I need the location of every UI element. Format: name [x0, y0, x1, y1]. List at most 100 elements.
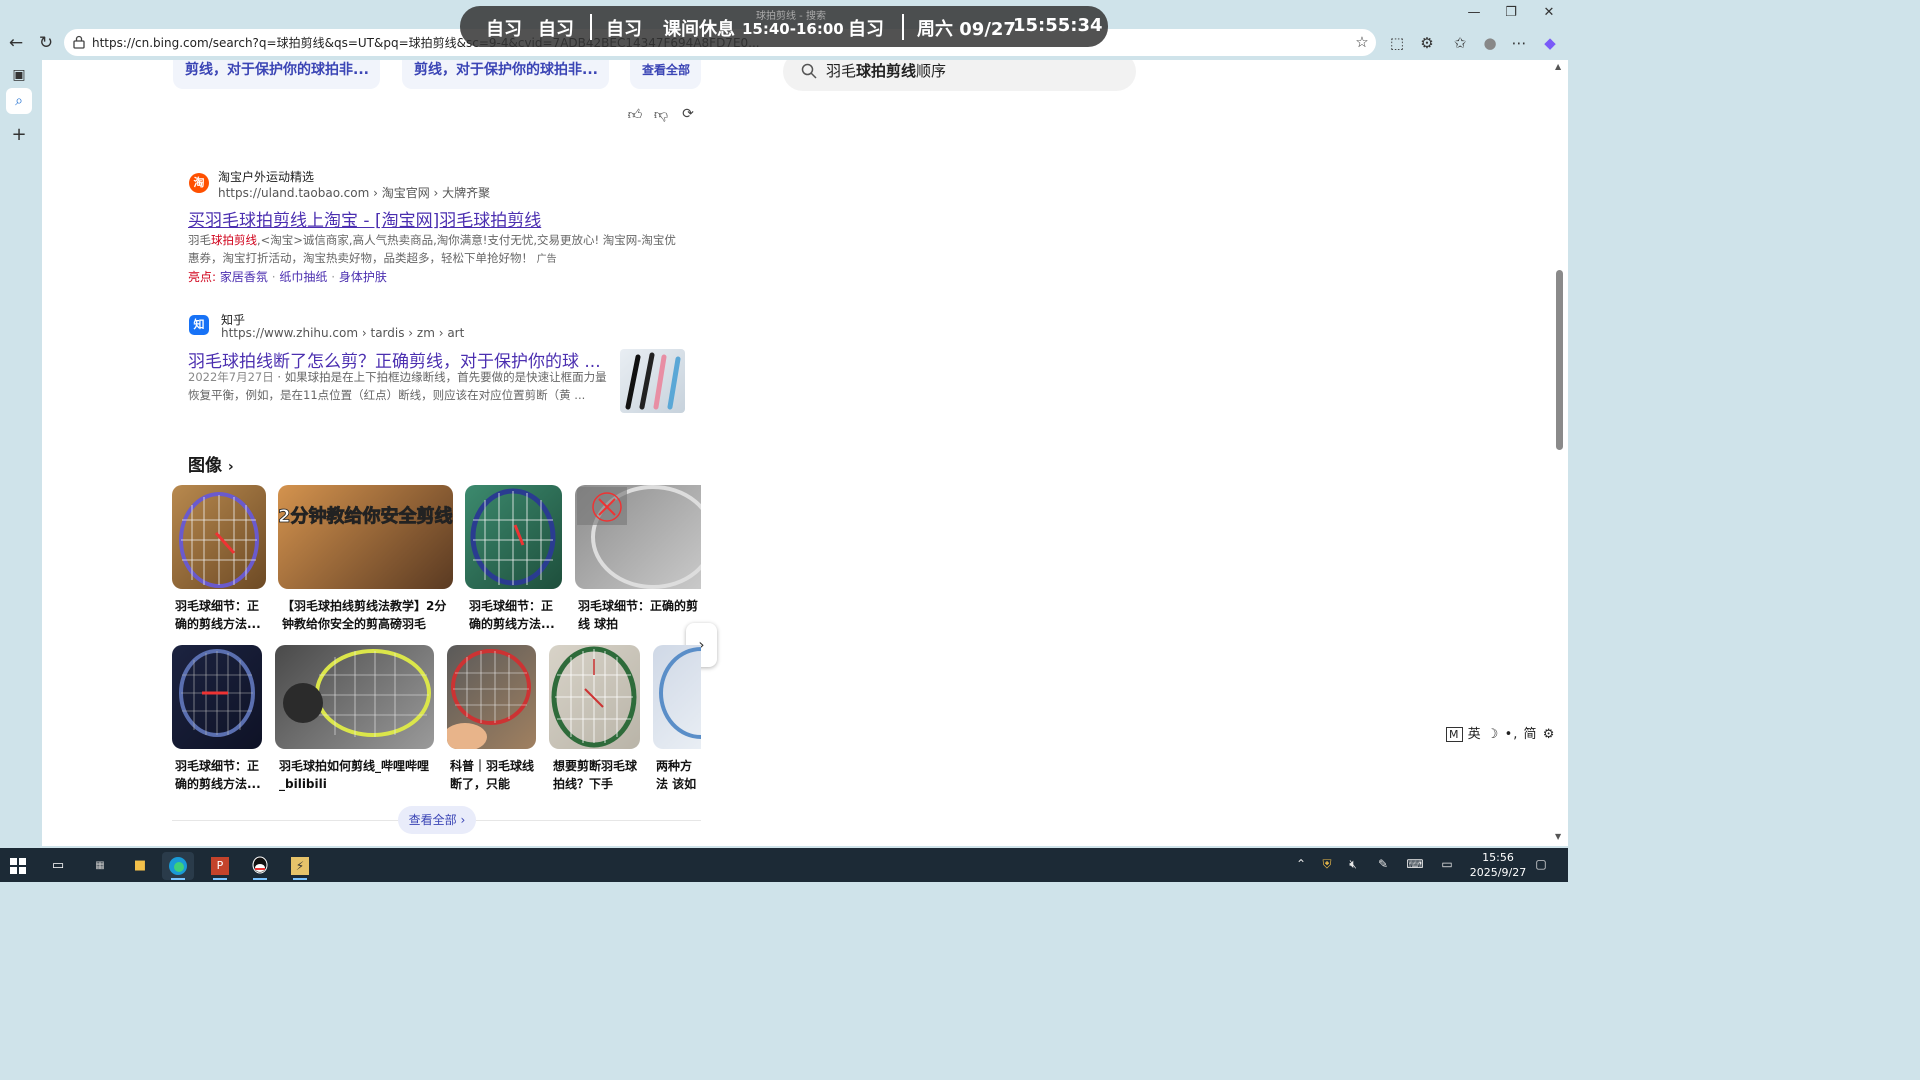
see-all-chip[interactable]: 查看全部: [630, 60, 701, 89]
refresh-icon[interactable]: ↻: [34, 31, 58, 55]
image-caption[interactable]: 【羽毛球拍线剪线法教学】2分钟教给你安全的剪高磅羽毛球...: [282, 597, 451, 633]
image-caption[interactable]: 想要剪断羽毛球拍线？下手之...: [553, 757, 638, 793]
taobao-logo-icon: 淘: [189, 173, 209, 193]
highlight-label: 亮点:: [188, 270, 217, 284]
favorite-star-icon[interactable]: ☆: [1350, 30, 1374, 54]
image-thumbnail[interactable]: [575, 485, 701, 589]
search-results-page: 剪线，对于保护你的球拍非... 剪线，对于保护你的球拍非... 查看全部 羽毛球…: [42, 60, 1552, 846]
image-thumbnail[interactable]: [549, 645, 640, 749]
schedule-time-range: 15:40-16:00: [742, 20, 844, 38]
ime-mode-icon[interactable]: M: [1446, 727, 1463, 742]
chevron-up-icon[interactable]: ⌃: [1291, 857, 1311, 871]
ad-label: 广告: [536, 254, 557, 265]
scroll-up-icon[interactable]: ▲: [1555, 62, 1561, 71]
related-search-pill[interactable]: 羽毛球拍剪线顺序: [783, 60, 1136, 91]
image-thumbnail[interactable]: [465, 485, 562, 589]
class-schedule-overlay: 球拍剪线 - 搜索 自习 自习 自习 课间休息 15:40-16:00 自习 周…: [460, 6, 1108, 47]
profile-avatar-icon[interactable]: ●: [1478, 31, 1502, 55]
image-caption[interactable]: 羽毛球细节：正确的剪线方法...: [469, 597, 559, 633]
display-icon[interactable]: ▭: [1437, 857, 1457, 871]
clock-time[interactable]: 15:56: [1478, 851, 1518, 864]
site-url[interactable]: https://uland.taobao.com › 淘宝官网 › 大牌齐聚: [218, 184, 490, 201]
result-title-link[interactable]: 买羽毛球拍剪线上淘宝 - [淘宝网]羽毛球拍剪线: [188, 206, 541, 231]
see-all-label: 查看全部: [408, 813, 457, 827]
related-answer-chip[interactable]: 剪线，对于保护你的球拍非...: [173, 60, 380, 89]
highlight-links: 亮点: 家居香氛 · 纸巾抽纸 · 身体护肤: [188, 270, 387, 284]
image-caption[interactable]: 羽毛球细节：正确的剪线方法...: [175, 757, 261, 793]
related-search-text: 羽毛球拍剪线顺序: [826, 60, 946, 81]
image-thumbnail[interactable]: [653, 645, 701, 749]
related-answer-chip[interactable]: 剪线，对于保护你的球拍非...: [402, 60, 609, 89]
racket-image: [659, 647, 701, 739]
chevron-right-icon: ›: [227, 459, 234, 475]
site-url[interactable]: https://www.zhihu.com › tardis › zm › ar…: [221, 326, 464, 340]
favorites-icon[interactable]: ✩: [1448, 31, 1472, 55]
image-caption[interactable]: 羽毛球拍如何剪线_哔哩哔哩_bilibili: [279, 757, 432, 793]
images-heading-text: 图像: [188, 456, 222, 476]
schedule-item: 自习: [486, 19, 522, 40]
ime-language[interactable]: 英: [1468, 727, 1482, 742]
snippet-text: ,<淘宝>诚信商家,高人气热卖商品,淘你满意!支付无忧,交易更放心! 淘宝网-淘…: [188, 233, 676, 265]
highlight-link[interactable]: 身体护肤: [339, 270, 387, 284]
ime-punct-icon[interactable]: •,: [1505, 727, 1519, 742]
lock-icon: [73, 35, 85, 49]
copilot-icon[interactable]: ◆: [1538, 31, 1562, 55]
restore-button[interactable]: ❐: [1497, 4, 1525, 22]
powerpoint-icon[interactable]: P: [204, 852, 236, 880]
image-thumbnail[interactable]: 2分钟教给你安全剪线: [278, 485, 453, 589]
pen-icon[interactable]: ✎: [1373, 857, 1393, 871]
image-thumbnail[interactable]: [172, 485, 266, 589]
image-caption[interactable]: 科普｜羽毛球线断了，只能剪...: [450, 757, 534, 793]
ime-moon-icon[interactable]: ☽: [1487, 727, 1500, 742]
extensions-puzzle-icon[interactable]: ⚙: [1415, 31, 1439, 55]
more-menu-icon[interactable]: ⋯: [1507, 31, 1531, 55]
schedule-divider: [590, 14, 592, 40]
image-caption[interactable]: 羽毛球细节：正确的剪线方法...: [175, 597, 263, 633]
result-thumbnail[interactable]: [620, 349, 685, 413]
thumbs-down-icon[interactable]: 👎︎: [652, 106, 670, 124]
images-heading[interactable]: 图像 ›: [188, 451, 234, 476]
racket-image: [470, 488, 556, 586]
image-caption[interactable]: 羽毛球细节：正确的剪线 球拍: [578, 597, 701, 633]
image-thumbnail[interactable]: [172, 645, 262, 749]
chevron-right-icon: ›: [460, 813, 466, 827]
thumbs-up-icon[interactable]: 👍︎: [626, 106, 644, 124]
image-caption[interactable]: 两种方法 该如何剪: [656, 757, 701, 793]
keyboard-icon[interactable]: ⌨: [1405, 857, 1425, 871]
thumbnail-overlay-text: 2分钟教给你安全剪线: [278, 506, 453, 528]
back-icon[interactable]: ←: [4, 31, 28, 55]
ime-settings-icon[interactable]: ⚙: [1543, 727, 1556, 742]
search-icon: [801, 63, 817, 79]
new-tab-icon[interactable]: +: [6, 122, 32, 148]
highlight-link[interactable]: 纸巾抽纸: [279, 270, 327, 284]
notification-icon[interactable]: ▢: [1531, 857, 1551, 871]
clock-date[interactable]: 2025/9/27: [1466, 866, 1530, 879]
image-thumbnail[interactable]: [447, 645, 536, 749]
ime-simplified[interactable]: 简: [1524, 727, 1538, 742]
app-icon[interactable]: ⚡: [284, 852, 316, 880]
qq-icon[interactable]: [244, 852, 276, 880]
app-icon[interactable]: ▦: [84, 852, 116, 880]
scroll-down-icon[interactable]: ▼: [1555, 832, 1561, 841]
tab-actions-icon[interactable]: ▣: [6, 62, 32, 88]
schedule-item: 自习: [848, 19, 884, 40]
file-explorer-icon[interactable]: ■: [124, 852, 156, 880]
image-thumbnail[interactable]: [275, 645, 434, 749]
extension-icon[interactable]: ⬚: [1385, 31, 1409, 55]
task-view-icon[interactable]: ▭: [42, 852, 74, 880]
security-icon[interactable]: ⛨: [1317, 857, 1337, 872]
related-search-pre: 羽毛: [826, 62, 857, 80]
schedule-date: 周六 09/27: [917, 19, 1016, 40]
highlight-link[interactable]: 家居香氛: [220, 270, 268, 284]
share-icon[interactable]: ⟳: [679, 106, 697, 124]
racket-image: [577, 485, 701, 589]
close-button[interactable]: ✕: [1535, 4, 1563, 22]
see-all-images-button[interactable]: 查看全部 ›: [398, 806, 476, 834]
scrollbar-thumb[interactable]: [1556, 270, 1563, 450]
windows-start-icon[interactable]: [2, 852, 34, 880]
minimize-button[interactable]: —: [1460, 4, 1488, 22]
schedule-item: 自习: [538, 19, 574, 40]
search-tab-icon[interactable]: ⌕: [6, 88, 32, 114]
volume-muted-icon[interactable]: 🔇︎: [1343, 857, 1363, 872]
edge-browser-icon[interactable]: [162, 852, 194, 880]
